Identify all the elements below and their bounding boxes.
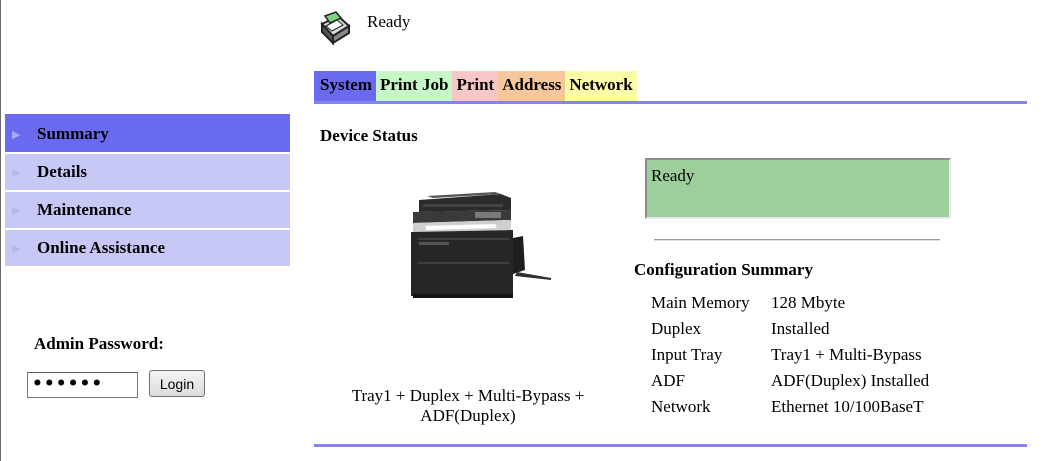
config-label: Input Tray: [651, 345, 723, 364]
config-label: ADF: [651, 371, 686, 390]
device-configuration-caption: Tray1 + Duplex + Multi-Bypass + ADF(Dupl…: [351, 386, 585, 425]
left-frame-border: [0, 0, 4, 461]
configuration-table: Main Memory 128 Mbyte Duplex Installed I…: [651, 290, 929, 420]
tab-print-job[interactable]: Print Job: [375, 71, 453, 101]
tab-address[interactable]: Address: [498, 71, 566, 101]
config-value: ADF(Duplex) Installed: [771, 371, 930, 390]
sidebar-item-label: Summary: [37, 124, 109, 143]
table-row: ADF ADF(Duplex) Installed: [651, 368, 929, 394]
config-value: 128 Mbyte: [771, 293, 846, 312]
tab-bar: System Print Job Print Address Network: [314, 71, 637, 101]
arrow-right-icon: ▶: [12, 128, 21, 141]
tab-system[interactable]: System: [314, 71, 376, 101]
sidebar-item-maintenance[interactable]: ▶ Maintenance: [5, 192, 290, 230]
sidebar-item-details[interactable]: ▶ Details: [5, 154, 290, 192]
config-value: Tray1 + Multi-Bypass: [771, 345, 922, 364]
sidebar: ▶ Summary ▶ Details ▶ Maintenance ▶ Onli…: [5, 116, 290, 268]
tab-print[interactable]: Print: [452, 71, 499, 101]
device-status-title: Device Status: [320, 126, 418, 145]
arrow-right-icon: ▶: [12, 204, 21, 217]
arrow-right-icon: ▶: [12, 242, 21, 255]
sidebar-item-label: Maintenance: [37, 200, 132, 219]
sidebar-item-label: Details: [37, 162, 88, 181]
tab-network[interactable]: Network: [565, 71, 637, 101]
printer-device-image: [411, 192, 551, 298]
configuration-summary-title: Configuration Summary: [634, 260, 813, 279]
config-label: Main Memory: [651, 293, 750, 312]
table-row: Main Memory 128 Mbyte: [651, 290, 929, 316]
arrow-right-icon: ▶: [12, 166, 21, 179]
config-label: Duplex: [651, 319, 702, 338]
status-text: Ready: [367, 12, 411, 31]
sidebar-item-summary[interactable]: ▶ Summary: [5, 116, 290, 154]
login-button[interactable]: Login: [149, 370, 205, 397]
config-value: Ethernet 10/100BaseT: [771, 397, 924, 416]
tab-underline: [314, 101, 1027, 104]
sidebar-item-online-assistance[interactable]: ▶ Online Assistance: [5, 230, 290, 268]
config-value: Installed: [771, 319, 830, 338]
table-row: Input Tray Tray1 + Multi-Bypass: [651, 342, 929, 368]
sidebar-item-label: Online Assistance: [37, 238, 165, 257]
bottom-divider: [314, 444, 1027, 447]
table-row: Duplex Installed: [651, 316, 929, 342]
config-label: Network: [651, 397, 711, 416]
table-row: Network Ethernet 10/100BaseT: [651, 394, 929, 420]
admin-password-input[interactable]: ••••••: [27, 372, 138, 398]
admin-password-label: Admin Password:: [34, 334, 164, 353]
status-display-box: Ready: [645, 158, 951, 219]
section-divider: [654, 239, 940, 241]
printer-status-icon: [320, 11, 351, 46]
